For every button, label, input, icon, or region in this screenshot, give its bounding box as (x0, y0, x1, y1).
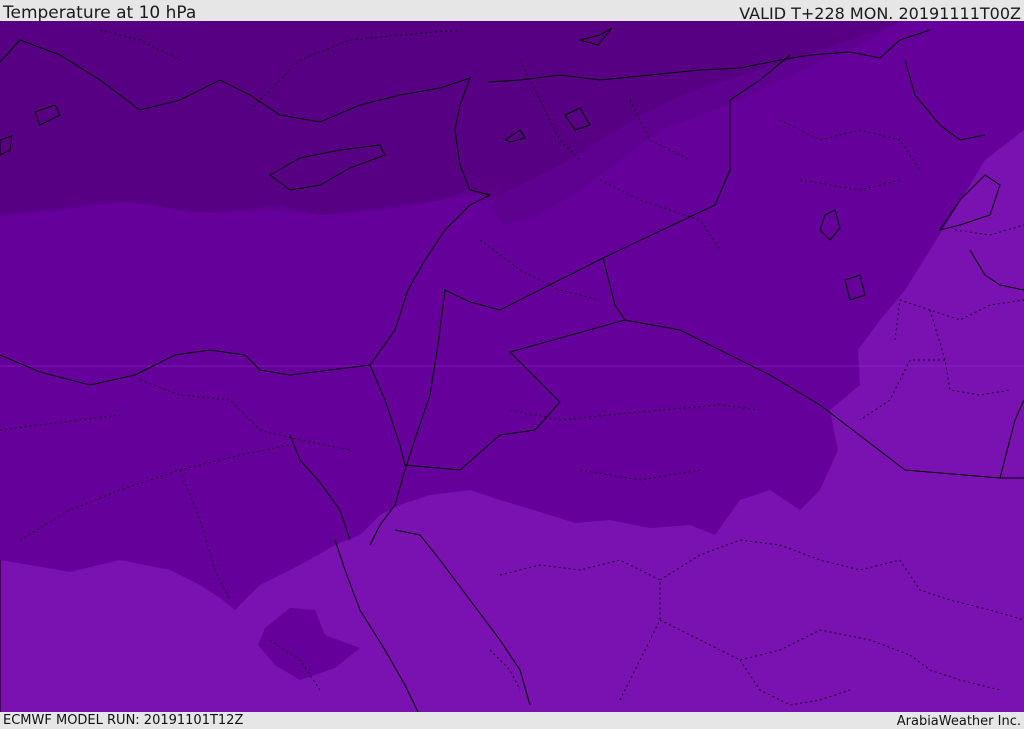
temperature-map (0, 21, 1024, 712)
footer-bar: ECMWF MODEL RUN: 20191101T12Z ArabiaWeat… (0, 712, 1024, 729)
header-bar: Temperature at 10 hPa VALID T+228 MON. 2… (0, 0, 1024, 23)
model-run: ECMWF MODEL RUN: 20191101T12Z (3, 713, 244, 728)
chart-title: Temperature at 10 hPa (3, 3, 197, 23)
brand-label: ArabiaWeather Inc. (896, 714, 1021, 729)
